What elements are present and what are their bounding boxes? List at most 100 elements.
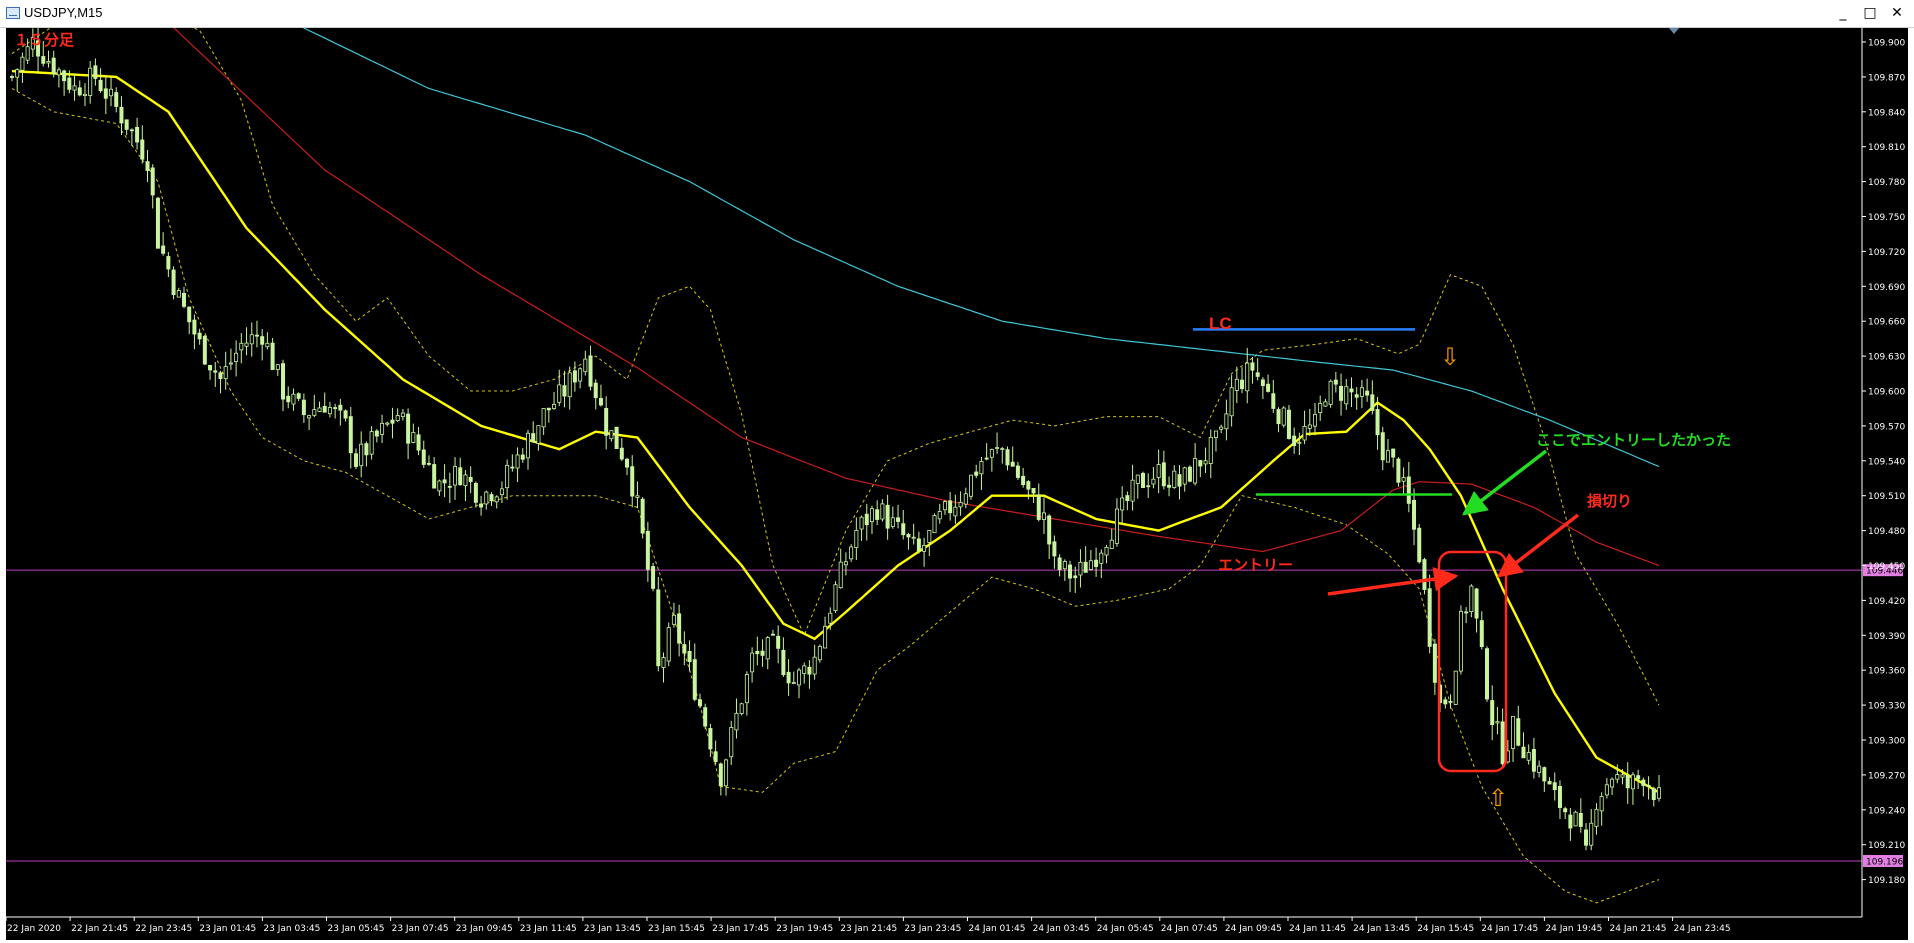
candle-body	[817, 646, 822, 661]
candle-body	[333, 407, 338, 409]
chart-shift-marker-icon[interactable]	[1669, 28, 1679, 34]
price-tick-label: 109.240	[1868, 806, 1905, 816]
candle-body	[703, 707, 708, 727]
candle-body	[1630, 774, 1635, 790]
candle-body	[218, 372, 223, 380]
timeframe-label: １５分足	[14, 31, 75, 49]
candle-body	[578, 368, 583, 382]
candle-body	[604, 408, 609, 436]
candle-body	[1396, 458, 1401, 483]
candle-body	[1182, 467, 1187, 485]
close-button[interactable]: ✕	[1884, 3, 1910, 23]
window-titlebar[interactable]: USDJPY,M15 _ □ ✕	[0, 0, 1914, 28]
candle-body	[625, 458, 630, 468]
candle-body	[109, 88, 114, 97]
candle-body	[270, 342, 275, 370]
candle-body	[1490, 700, 1495, 726]
bollinger-bands	[11, 28, 1660, 904]
candle-body	[1005, 449, 1010, 466]
price-chart-area[interactable]: 109.446 109.196 109.900 109.870 109.840 109.…	[6, 28, 1908, 940]
candle-body	[1167, 484, 1172, 488]
candle-body	[645, 530, 650, 570]
candle-body	[619, 447, 624, 460]
candle-body	[890, 517, 895, 527]
time-tick-label: 23 Jan 05:45	[328, 924, 385, 934]
candle-body	[1474, 588, 1479, 619]
candle-body	[1021, 475, 1026, 486]
candle-body	[697, 699, 702, 707]
candle-body	[98, 79, 103, 92]
candle-body	[458, 467, 463, 486]
candle-body	[531, 433, 536, 443]
candle-body	[1651, 788, 1656, 801]
price-tick-label: 109.510	[1868, 492, 1905, 502]
candle-body	[875, 509, 880, 520]
candle-body	[145, 161, 150, 171]
candle-body	[1318, 402, 1323, 413]
candle-body	[155, 197, 160, 249]
candle-body	[510, 466, 515, 469]
candle-body	[1156, 464, 1161, 478]
candle-body	[536, 425, 541, 444]
candlestick-chart[interactable]: 109.446109.196 109.900109.870109.840109.…	[6, 28, 1908, 940]
time-tick-label: 23 Jan 07:45	[392, 924, 449, 934]
time-tick-label: 24 Jan 11:45	[1289, 924, 1346, 934]
candle-body	[1302, 426, 1307, 441]
candle-body	[525, 432, 530, 459]
candle-body	[1026, 481, 1031, 490]
moving-averages	[11, 28, 1660, 794]
candle-body	[1552, 782, 1557, 791]
candle-body	[1412, 499, 1417, 530]
wanted-entry-arrow	[1462, 449, 1548, 516]
candle-body	[682, 644, 687, 654]
candle-body	[823, 625, 828, 649]
candle-body	[1547, 781, 1552, 785]
candle-body	[609, 430, 614, 440]
candle-body	[1584, 829, 1589, 846]
candle-body	[1203, 460, 1208, 465]
candle-body	[124, 119, 129, 130]
candle-body	[713, 751, 718, 762]
candle-body	[322, 405, 327, 413]
time-tick-label: 24 Jan 03:45	[1033, 924, 1090, 934]
lc-label: LC	[1209, 314, 1232, 333]
candle-body	[729, 727, 734, 758]
slow-moving-average	[302, 28, 1660, 468]
candle-body	[1375, 409, 1380, 436]
candle-body	[1479, 620, 1484, 647]
candle-body	[734, 712, 739, 731]
candle-body	[995, 447, 1000, 449]
candle-body	[1599, 796, 1604, 812]
candle-body	[385, 422, 390, 425]
candle-body	[1448, 700, 1453, 703]
candle-body	[963, 493, 968, 505]
candle-body	[406, 413, 411, 444]
candle-body	[630, 466, 635, 497]
candle-body	[468, 476, 473, 483]
candle-body	[1656, 787, 1661, 799]
candle-body	[281, 363, 286, 400]
candle-body	[864, 513, 869, 526]
candle-body	[51, 57, 56, 75]
minimize-button[interactable]: _	[1830, 3, 1856, 23]
candle-body	[1391, 448, 1396, 458]
candle-body	[1083, 561, 1088, 573]
time-tick-label: 23 Jan 03:45	[263, 924, 320, 934]
candle-body	[265, 342, 270, 348]
candle-body	[1406, 476, 1411, 504]
candle-body	[390, 419, 395, 424]
chart-window-icon	[6, 7, 20, 19]
wanted-entry-label: ここでエントリーしたかった	[1536, 431, 1731, 449]
candle-body	[843, 561, 848, 566]
price-tick-label: 109.600	[1868, 388, 1905, 398]
candle-body	[1062, 561, 1067, 570]
maximize-button[interactable]: □	[1857, 3, 1883, 23]
candle-body	[479, 503, 484, 508]
time-tick-label: 23 Jan 21:45	[840, 924, 897, 934]
candle-body	[1260, 379, 1265, 387]
candle-body	[213, 370, 218, 373]
candle-body	[1245, 362, 1250, 392]
candle-body	[885, 504, 890, 529]
time-tick-label: 24 Jan 09:45	[1225, 924, 1282, 934]
price-tick-label: 109.780	[1868, 178, 1905, 188]
